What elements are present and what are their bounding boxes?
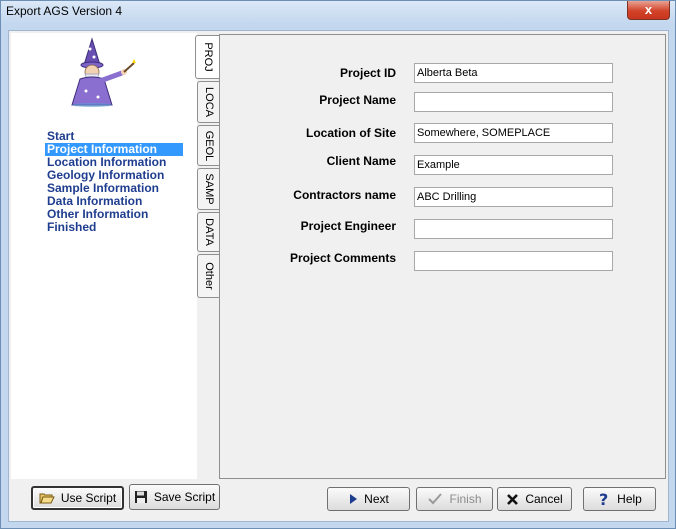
close-button[interactable]: x xyxy=(627,1,670,20)
close-icon: x xyxy=(644,2,653,17)
title-bar[interactable]: Export AGS Version 4 x xyxy=(1,1,675,23)
next-label: Next xyxy=(364,492,389,506)
project-comments-label: Project Comments xyxy=(289,251,396,265)
tab-data-label: DATA xyxy=(202,218,215,246)
project-engineer-label: Project Engineer xyxy=(300,219,396,233)
x-mark-icon xyxy=(506,493,519,506)
project-id-field[interactable]: Alberta Beta xyxy=(414,63,613,83)
next-button[interactable]: Next xyxy=(327,487,410,511)
tab-loca-label: LOCA xyxy=(202,87,215,117)
tab-geol-label: GEOL xyxy=(202,130,215,161)
tab-proj-label: PROJ xyxy=(202,42,214,72)
wizard-mascot-icon xyxy=(71,37,136,107)
button-bar: Use Script Save Script Next Finish Cance… xyxy=(11,481,665,519)
contractor-field[interactable]: ABC Drilling xyxy=(414,187,613,207)
tab-other-label: Other xyxy=(202,262,215,290)
question-mark-icon: ? xyxy=(597,491,611,507)
project-name-field[interactable] xyxy=(414,92,613,112)
play-arrow-icon xyxy=(348,493,358,505)
use-script-button[interactable]: Use Script xyxy=(31,486,124,510)
step-finished[interactable]: Finished xyxy=(45,221,183,234)
location-field[interactable]: Somewhere, SOMEPLACE xyxy=(414,123,613,143)
finish-button[interactable]: Finish xyxy=(416,487,493,511)
help-button[interactable]: ? Help xyxy=(583,487,656,511)
svg-text:?: ? xyxy=(599,491,608,507)
tab-page-proj: Project ID Alberta Beta Project Name Loc… xyxy=(219,34,666,479)
contractor-label: Contractors name xyxy=(293,188,396,202)
finish-label: Finish xyxy=(449,492,482,506)
project-id-label: Project ID xyxy=(339,66,396,80)
save-script-label: Save Script xyxy=(153,490,216,504)
use-script-label: Use Script xyxy=(60,491,117,505)
cancel-label: Cancel xyxy=(525,492,563,506)
export-ags-window: Export AGS Version 4 x Start Project Inf… xyxy=(0,0,676,529)
client-name-label: Client Name xyxy=(326,154,396,168)
checkmark-icon xyxy=(427,492,443,506)
wizard-step-panel: Start Project Information Location Infor… xyxy=(11,33,197,479)
project-name-label: Project Name xyxy=(319,93,396,107)
cancel-button[interactable]: Cancel xyxy=(497,487,572,511)
location-label: Location of Site xyxy=(306,126,396,140)
tab-samp-label: SAMP xyxy=(202,173,215,205)
folder-open-icon xyxy=(39,491,55,505)
wizard-steps-list: Start Project Information Location Infor… xyxy=(45,130,183,234)
project-comments-field[interactable] xyxy=(414,251,613,271)
help-label: Help xyxy=(617,492,642,506)
floppy-disk-icon xyxy=(134,490,148,504)
wizard-client-area: Start Project Information Location Infor… xyxy=(8,30,669,522)
save-script-button[interactable]: Save Script xyxy=(129,484,220,510)
client-name-field[interactable]: Example xyxy=(414,155,613,175)
window-title: Export AGS Version 4 xyxy=(6,4,123,18)
project-engineer-field[interactable] xyxy=(414,219,613,239)
